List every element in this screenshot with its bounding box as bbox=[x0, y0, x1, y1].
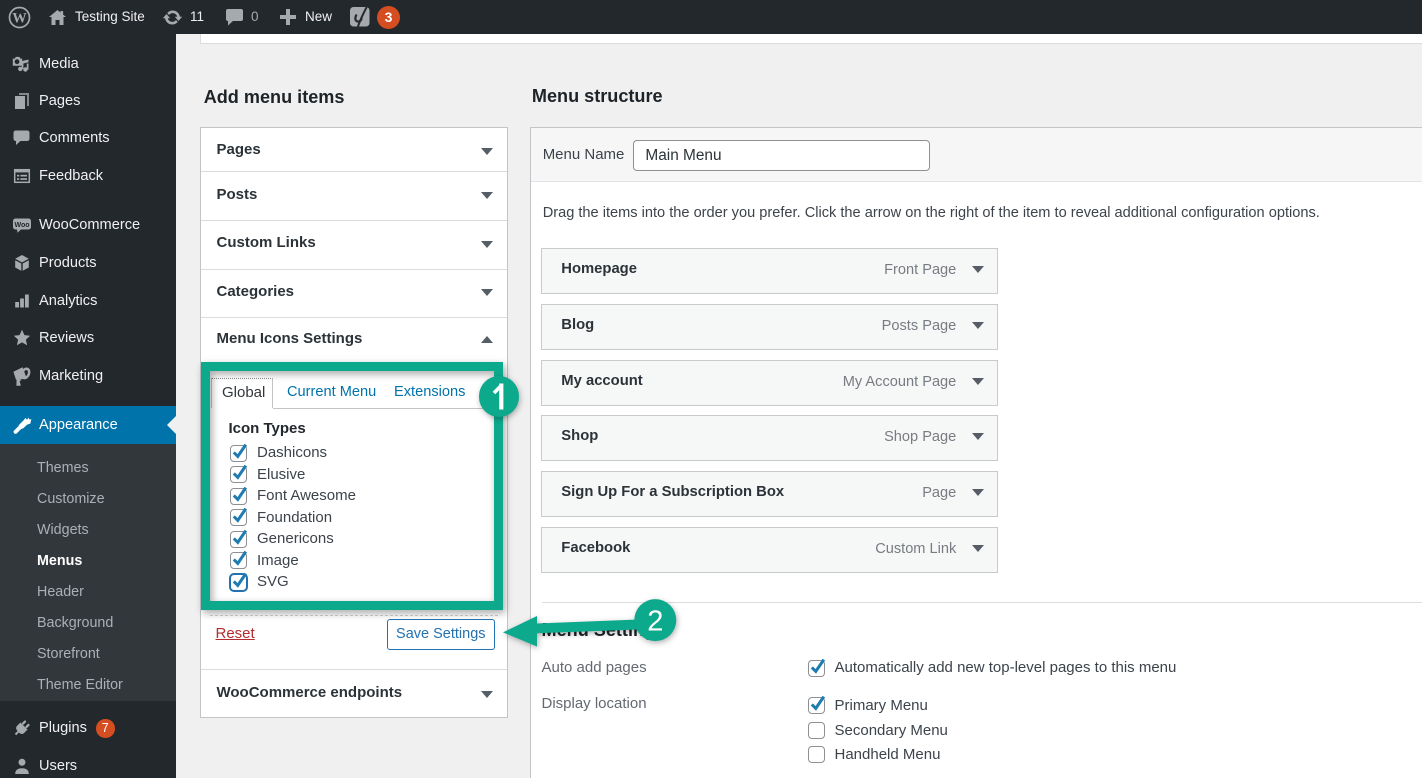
svg-text:W: W bbox=[12, 10, 27, 26]
svg-text:Woo: Woo bbox=[14, 222, 29, 229]
svg-text:2: 2 bbox=[647, 606, 663, 638]
